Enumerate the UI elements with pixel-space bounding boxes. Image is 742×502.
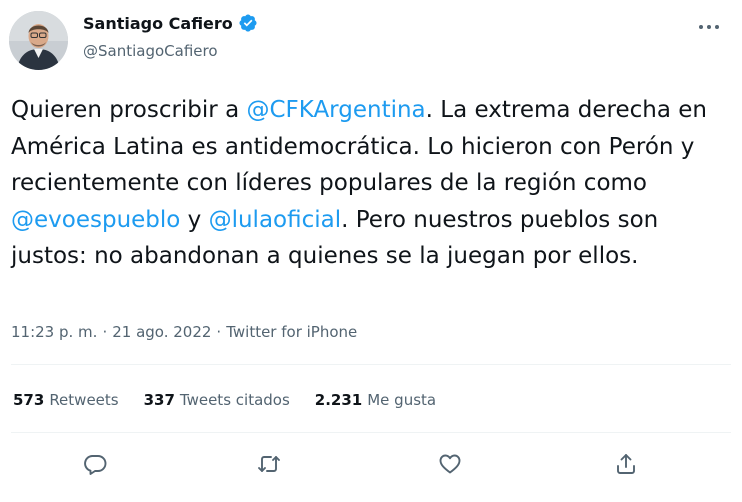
retweets-label: Retweets xyxy=(49,391,119,409)
heart-icon xyxy=(439,454,461,474)
tweet-date[interactable]: 21 ago. 2022 xyxy=(112,323,211,341)
avatar[interactable] xyxy=(9,11,68,70)
likes-count: 2.231 xyxy=(314,391,363,409)
tweet-text-segment: y xyxy=(180,206,209,233)
verified-badge-icon xyxy=(239,14,257,32)
mention-link[interactable]: @CFKArgentina xyxy=(246,97,425,123)
reply-icon xyxy=(84,455,107,475)
quotes-stat[interactable]: 337 Tweets citados xyxy=(144,391,290,409)
tweet-actions xyxy=(0,447,742,481)
tweet-time[interactable]: 11:23 p. m. xyxy=(11,323,97,341)
divider xyxy=(11,432,731,433)
avatar-image xyxy=(9,11,68,70)
tweet-text-segment: Quieren proscribir a xyxy=(11,97,247,123)
like-button[interactable] xyxy=(433,447,467,481)
likes-label: Me gusta xyxy=(367,391,437,409)
share-icon xyxy=(617,454,635,474)
author-name-row[interactable]: Santiago Cafiero xyxy=(83,13,258,33)
share-button[interactable] xyxy=(609,447,643,481)
display-name[interactable]: Santiago Cafiero xyxy=(83,14,233,33)
mention-link[interactable]: @evoespueblo xyxy=(11,207,180,233)
tweet-meta: 11:23 p. m. · 21 ago. 2022 · Twitter for… xyxy=(11,323,357,341)
reply-button[interactable] xyxy=(78,447,112,481)
quotes-count: 337 xyxy=(143,391,175,409)
retweets-count: 573 xyxy=(13,391,45,409)
retweets-stat[interactable]: 573 Retweets xyxy=(13,391,119,409)
more-options-icon[interactable] xyxy=(689,14,729,40)
quotes-label: Tweets citados xyxy=(179,391,290,409)
retweet-icon xyxy=(258,456,280,472)
tweet-card: Santiago Cafiero @SantiagoCafiero Quiere… xyxy=(0,0,742,502)
meta-separator: · xyxy=(216,323,222,341)
tweet-text: Quieren proscribir a @CFKArgentina. La e… xyxy=(11,92,731,275)
likes-stat[interactable]: 2.231 Me gusta xyxy=(315,391,436,409)
author-handle[interactable]: @SantiagoCafiero xyxy=(83,42,218,60)
tweet-source[interactable]: Twitter for iPhone xyxy=(226,323,357,341)
divider xyxy=(11,364,731,365)
retweet-button[interactable] xyxy=(252,447,286,481)
meta-separator: · xyxy=(102,323,108,341)
mention-link[interactable]: @lulaoficial xyxy=(209,207,342,233)
tweet-stats: 573 Retweets 337 Tweets citados 2.231 Me… xyxy=(13,391,461,409)
